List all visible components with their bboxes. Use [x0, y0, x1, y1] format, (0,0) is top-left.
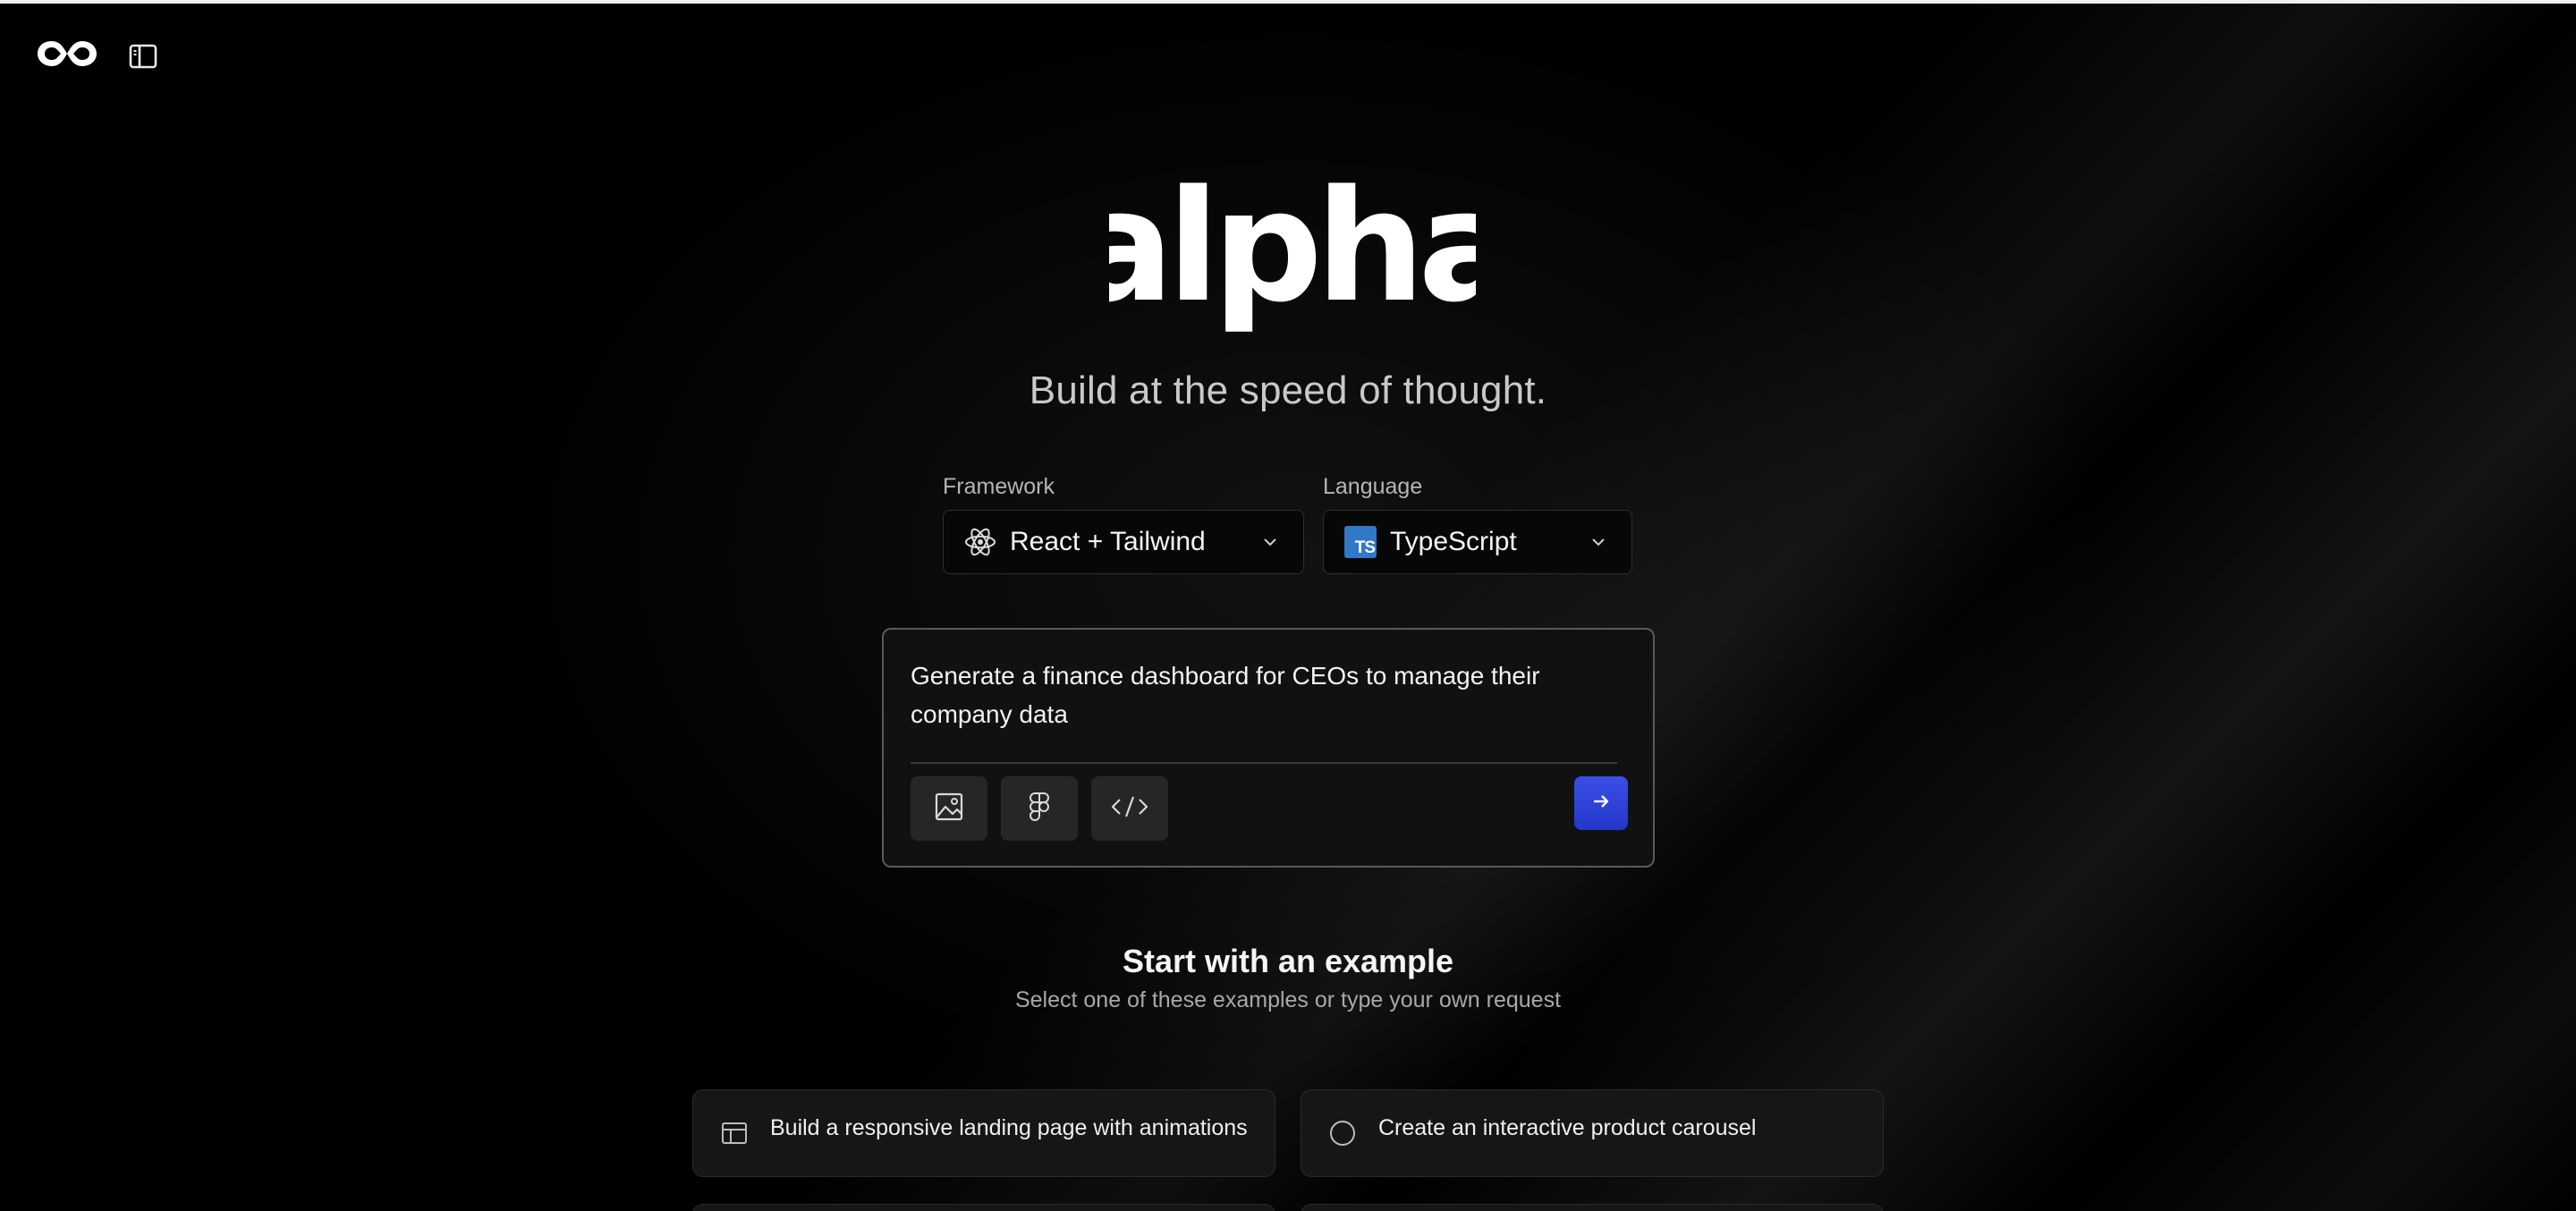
framework-value: React + Tailwind	[1010, 527, 1206, 556]
language-label: Language	[1323, 474, 1423, 499]
typescript-badge-text: TS	[1354, 538, 1376, 557]
examples-subtitle: Select one of these examples or type you…	[1014, 987, 1562, 1012]
examples-title: Start with an example	[1122, 943, 1454, 979]
react-icon	[963, 525, 997, 559]
framework-select[interactable]: React + Tailwind	[943, 510, 1304, 574]
framework-label: Framework	[943, 474, 1055, 499]
app-root: alpha Build at the speed of thought. Fra…	[0, 0, 2576, 1211]
chevron-down-icon	[1260, 532, 1280, 552]
example-card-partial[interactable]	[692, 1204, 1275, 1211]
example-card-carousel[interactable]: Create an interactive product carousel	[1301, 1089, 1884, 1177]
figma-icon	[1023, 791, 1055, 827]
attach-image-button[interactable]	[911, 776, 987, 841]
language-select[interactable]: TS TypeScript	[1323, 510, 1632, 574]
brand-wordmark: alpha	[1071, 157, 1522, 344]
top-border	[0, 0, 2576, 4]
prompt-divider	[911, 762, 1617, 764]
prompt-box: Generate a finance dashboard for CEOs to…	[882, 628, 1655, 868]
example-label: Build a responsive landing page with ani…	[770, 1114, 1248, 1140]
chevron-down-icon	[1589, 532, 1608, 552]
arrow-right-icon	[1589, 790, 1613, 817]
prompt-input[interactable]: Generate a finance dashboard for CEOs to…	[911, 656, 1590, 733]
example-card-partial[interactable]	[1301, 1204, 1884, 1211]
insert-code-button[interactable]	[1091, 776, 1168, 841]
code-icon	[1110, 793, 1149, 825]
image-icon	[933, 791, 965, 827]
layout-icon	[720, 1119, 749, 1147]
brand-wordmark-text: alpha	[1109, 174, 1476, 336]
import-figma-button[interactable]	[1001, 776, 1078, 841]
typescript-icon: TS	[1343, 525, 1377, 559]
circle-icon	[1328, 1119, 1357, 1147]
tagline: Build at the speed of thought.	[1029, 368, 1547, 412]
example-card-landing-page[interactable]: Build a responsive landing page with ani…	[692, 1089, 1275, 1177]
send-button[interactable]	[1574, 776, 1628, 830]
language-value: TypeScript	[1390, 527, 1517, 556]
example-label: Create an interactive product carousel	[1378, 1114, 1757, 1140]
infinity-logo-icon[interactable]	[36, 36, 98, 72]
sidebar-toggle-icon[interactable]	[128, 41, 158, 72]
